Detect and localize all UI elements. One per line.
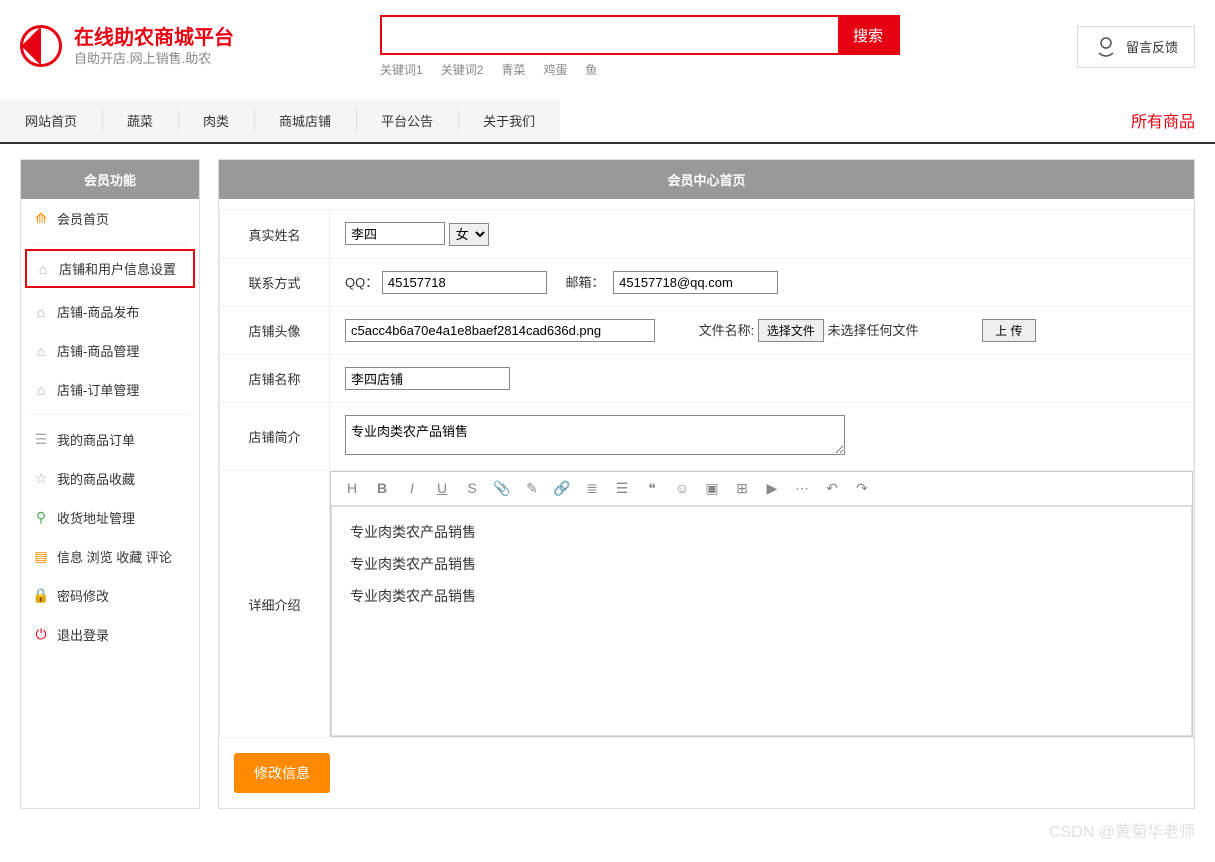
sidebar-item-publish[interactable]: ⌂ 店铺-商品发布: [21, 292, 199, 331]
choose-file-button[interactable]: 选择文件: [758, 319, 824, 342]
sidebar-item-my-orders[interactable]: ☰ 我的商品订单: [21, 420, 199, 459]
house-icon: ⌂: [33, 382, 49, 398]
detail-label: 详细介绍: [220, 471, 330, 738]
brand-subtitle: 自助开店.网上销售.助农: [74, 51, 234, 68]
emoji-icon[interactable]: ☺: [673, 480, 691, 497]
main-panel: 会员中心首页 真实姓名 女 联系方式 QQ： 邮箱：: [218, 159, 1195, 809]
sidebar-item-member-home[interactable]: ⟰ 会员首页: [21, 199, 199, 238]
email-input[interactable]: [613, 271, 778, 294]
keyword-link[interactable]: 青菜: [501, 61, 525, 78]
strike-icon[interactable]: S: [463, 480, 481, 497]
all-products-link[interactable]: 所有商品: [1111, 98, 1215, 142]
italic-icon[interactable]: I: [403, 480, 421, 497]
realname-label: 真实姓名: [220, 210, 330, 259]
image-icon[interactable]: ▣: [703, 480, 721, 497]
shopname-input[interactable]: [345, 367, 510, 390]
brief-label: 店铺简介: [220, 403, 330, 471]
file-name-label: 文件名称:: [699, 323, 755, 338]
sidebar-item-product-manage[interactable]: ⌂ 店铺-商品管理: [21, 331, 199, 370]
link-icon[interactable]: 🔗: [553, 480, 571, 497]
sidebar-item-order-manage[interactable]: ⌂ 店铺-订单管理: [21, 370, 199, 409]
heading-icon[interactable]: H: [343, 480, 361, 497]
rte-editor[interactable]: 专业肉类农产品销售 专业肉类农产品销售 专业肉类农产品销售: [331, 506, 1192, 736]
star-icon: ☆: [33, 471, 49, 487]
sidebar-item-my-favorites[interactable]: ☆ 我的商品收藏: [21, 459, 199, 498]
nav-home[interactable]: 网站首页: [0, 99, 102, 142]
house-icon: ⌂: [33, 343, 49, 359]
sidebar-item-shop-settings[interactable]: ⌂ 店铺和用户信息设置: [25, 249, 195, 288]
avatar-label: 店铺头像: [220, 307, 330, 355]
doc-icon: ▤: [33, 549, 49, 565]
redo-icon[interactable]: ↷: [853, 480, 871, 497]
upload-button[interactable]: 上 传: [982, 319, 1035, 342]
lock-icon: 🔒: [33, 588, 49, 604]
watermark: CSDN @黄菊华老师: [1049, 818, 1195, 842]
sidebar-item-info[interactable]: ▤ 信息 浏览 收藏 评论: [21, 537, 199, 576]
headset-icon: [1094, 35, 1118, 59]
realname-input[interactable]: [345, 222, 445, 245]
underline-icon[interactable]: U: [433, 480, 451, 497]
search-input[interactable]: [382, 17, 838, 53]
quote-icon[interactable]: ❝: [643, 480, 661, 497]
house-icon: ⌂: [33, 304, 49, 320]
code-icon[interactable]: ⋯: [793, 480, 811, 497]
rte-toolbar: H B I U S 📎 ✎ 🔗 ≣ ☰ ❝: [331, 472, 1192, 506]
shopname-label: 店铺名称: [220, 355, 330, 403]
search-button[interactable]: 搜索: [838, 17, 898, 53]
nav-about[interactable]: 关于我们: [458, 99, 560, 142]
nav-shops[interactable]: 商城店铺: [254, 99, 356, 142]
sidebar: 会员功能 ⟰ 会员首页 ⌂ 店铺和用户信息设置 ⌂ 店铺-商品发布 ⌂ 店铺-商…: [20, 159, 200, 809]
house-icon: ⌂: [35, 261, 51, 277]
video-icon[interactable]: ▶: [763, 480, 781, 497]
keyword-link[interactable]: 鸡蛋: [543, 61, 567, 78]
undo-icon[interactable]: ↶: [823, 480, 841, 497]
brush-icon[interactable]: ✎: [523, 480, 541, 497]
submit-button[interactable]: 修改信息: [234, 753, 330, 793]
pin-icon: ⚲: [33, 510, 49, 526]
email-label: 邮箱：: [565, 272, 604, 291]
gender-select[interactable]: 女: [449, 223, 489, 246]
nav-announce[interactable]: 平台公告: [356, 99, 458, 142]
sidebar-item-address[interactable]: ⚲ 收货地址管理: [21, 498, 199, 537]
table-icon[interactable]: ⊞: [733, 480, 751, 497]
keyword-link[interactable]: 鱼: [585, 61, 597, 78]
file-none-text: 未选择任何文件: [828, 323, 919, 338]
brief-textarea[interactable]: 专业肉类农产品销售: [345, 415, 845, 455]
main-title: 会员中心首页: [219, 160, 1194, 199]
brand-title: 在线助农商城平台: [74, 25, 234, 51]
ol-icon[interactable]: ☰: [613, 480, 631, 497]
home-icon: ⟰: [33, 211, 49, 227]
clip-icon[interactable]: 📎: [493, 480, 511, 497]
power-icon: ⏻: [33, 627, 49, 643]
ul-icon[interactable]: ≣: [583, 480, 601, 497]
contact-label: 联系方式: [220, 259, 330, 307]
qq-label: QQ：: [345, 275, 378, 290]
nav-meat[interactable]: 肉类: [178, 99, 254, 142]
qq-input[interactable]: [382, 271, 547, 294]
bold-icon[interactable]: B: [373, 480, 391, 497]
keyword-link[interactable]: 关键词2: [441, 61, 484, 78]
logo-area[interactable]: 在线助农商城平台 自助开店.网上销售.助农: [20, 25, 380, 68]
sidebar-item-logout[interactable]: ⏻ 退出登录: [21, 615, 199, 654]
sidebar-item-password[interactable]: 🔒 密码修改: [21, 576, 199, 615]
logo-icon: [20, 25, 62, 67]
sidebar-title: 会员功能: [21, 160, 199, 199]
list-icon: ☰: [33, 432, 49, 448]
keyword-link[interactable]: 关键词1: [380, 61, 423, 78]
avatar-input[interactable]: [345, 319, 655, 342]
feedback-button[interactable]: 留言反馈: [1077, 26, 1195, 68]
nav-vegetable[interactable]: 蔬菜: [102, 99, 178, 142]
